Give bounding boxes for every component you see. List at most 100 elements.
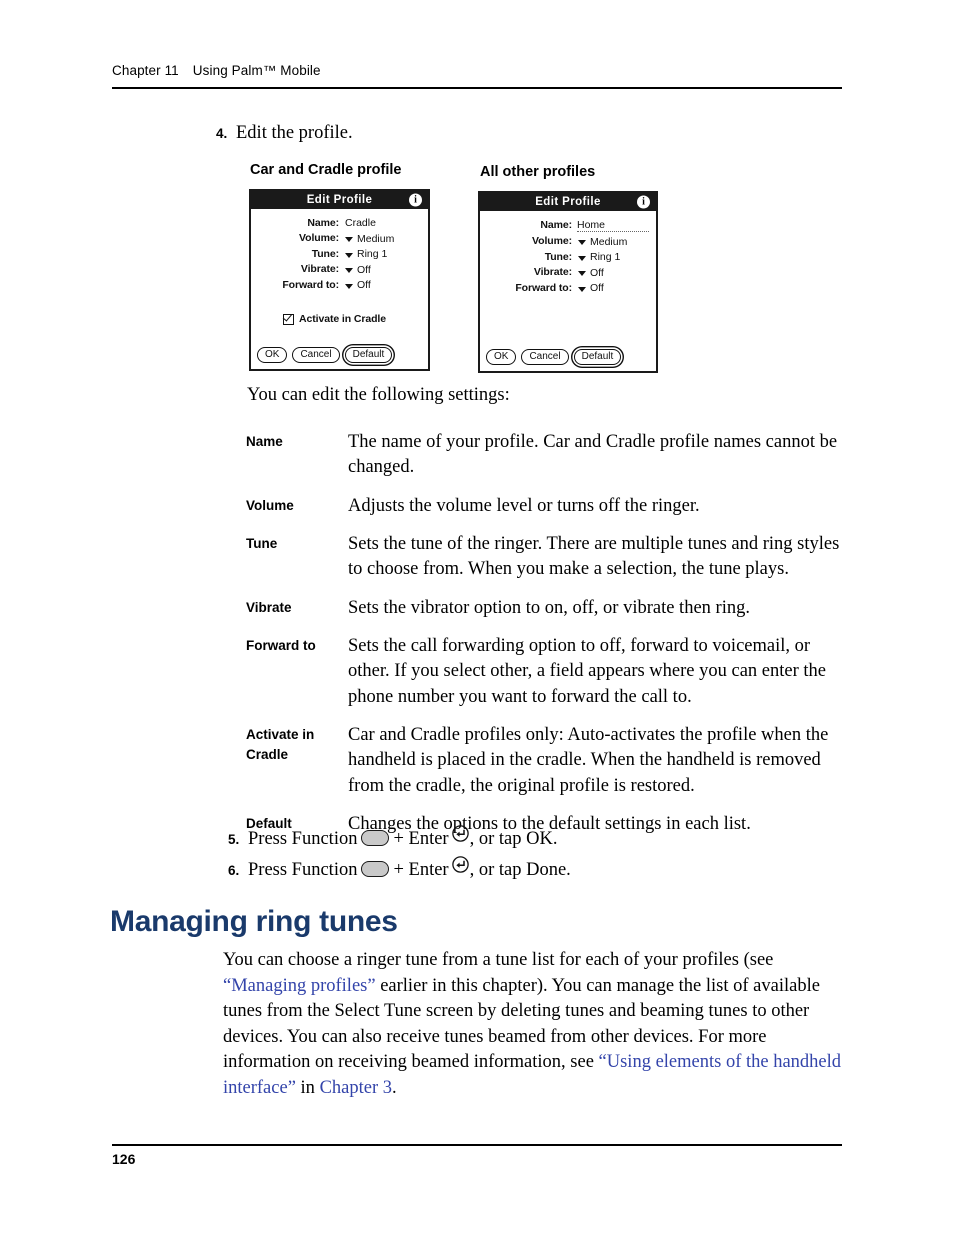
header-title: Using Palm™ Mobile bbox=[192, 63, 321, 78]
activate-in-cradle-label: Activate in Cradle bbox=[299, 313, 386, 325]
definition-description: Sets the vibrator option to on, off, or … bbox=[348, 597, 750, 618]
intro-paragraph: You can edit the following settings: bbox=[247, 385, 510, 405]
step-6-suffix: , or tap Done. bbox=[469, 860, 571, 880]
chevron-down-icon bbox=[578, 286, 586, 292]
step-4: 4. Edit the profile. bbox=[216, 121, 353, 146]
default-button[interactable]: Default bbox=[344, 347, 393, 363]
default-button[interactable]: Default bbox=[573, 349, 622, 365]
device-form: Name: Cradle Volume: Medium Tune: Ring 1… bbox=[251, 209, 428, 325]
field-value-forward-to-text: Off bbox=[357, 279, 371, 291]
checkbox-icon[interactable] bbox=[283, 313, 295, 325]
enter-key-icon bbox=[451, 856, 469, 873]
field-label-forward-to: Forward to: bbox=[282, 278, 339, 291]
field-value-tune[interactable]: Ring 1 bbox=[345, 248, 387, 260]
step-5-prefix: Press Function bbox=[248, 829, 358, 849]
header-rule bbox=[112, 87, 842, 89]
figure-label-car-cradle: Car and Cradle profile bbox=[250, 162, 402, 178]
device-title: Edit Profile bbox=[306, 194, 373, 206]
chevron-down-icon bbox=[578, 240, 586, 245]
definition-row: Forward to Sets the call forwarding opti… bbox=[246, 634, 846, 710]
paragraph-part-3: in bbox=[295, 1077, 320, 1098]
definition-description: The name of your profile. Car and Cradle… bbox=[348, 432, 838, 478]
definition-row: Tune Sets the tune of the ringer. There … bbox=[246, 532, 846, 583]
info-icon[interactable]: i bbox=[409, 193, 422, 207]
link-chapter-3[interactable]: Chapter 3 bbox=[320, 1078, 392, 1098]
field-value-forward-to-text: Off bbox=[590, 282, 604, 294]
definition-term: Vibrate bbox=[246, 599, 292, 615]
field-row-tune: Tune: Ring 1 bbox=[251, 248, 418, 261]
field-value-volume[interactable]: Medium bbox=[345, 233, 394, 245]
field-label-volume: Volume: bbox=[299, 232, 339, 244]
function-key-icon bbox=[361, 860, 390, 877]
device-button-row: OK Cancel Default bbox=[486, 349, 622, 365]
step-6-prefix: Press Function bbox=[248, 860, 358, 880]
field-value-volume-text: Medium bbox=[590, 235, 628, 248]
field-value-forward-to[interactable]: Off bbox=[578, 282, 604, 294]
section-heading: Managing ring tunes bbox=[110, 905, 398, 938]
link-managing-profiles[interactable]: “Managing profiles” bbox=[223, 976, 376, 996]
page-number: 126 bbox=[112, 1151, 136, 1167]
definition-row: Activate in Cradle Car and Cradle profil… bbox=[246, 723, 846, 799]
field-label-tune: Tune: bbox=[311, 247, 339, 260]
device-screenshot-all-other: Edit Profile i Name: Home Volume: Medium… bbox=[478, 191, 658, 373]
figure-label-all-other: All other profiles bbox=[480, 164, 596, 180]
field-label-tune: Tune: bbox=[544, 250, 572, 263]
field-value-vibrate-text: Off bbox=[357, 263, 371, 276]
device-button-row: OK Cancel Default bbox=[257, 347, 393, 363]
field-row-name: Name: Cradle bbox=[251, 217, 418, 229]
field-label-vibrate: Vibrate: bbox=[300, 263, 339, 275]
device-titlebar: Edit Profile i bbox=[251, 191, 428, 209]
field-value-vibrate[interactable]: Off bbox=[345, 264, 371, 276]
device-screenshot-car-cradle: Edit Profile i Name: Cradle Volume: Medi… bbox=[249, 189, 430, 371]
field-value-tune[interactable]: Ring 1 bbox=[578, 251, 620, 263]
definition-row: Vibrate Sets the vibrator option to on, … bbox=[246, 596, 846, 621]
document-page: Chapter 11 Using Palm™ Mobile 4. Edit the… bbox=[0, 0, 954, 1235]
footer-rule bbox=[112, 1144, 842, 1146]
step-5-text: Press Function + Enter , or tap OK. bbox=[248, 825, 558, 852]
field-row-vibrate: Vibrate: Off bbox=[480, 266, 646, 279]
definition-row: Volume Adjusts the volume level or turns… bbox=[246, 494, 846, 519]
chevron-down-icon bbox=[345, 237, 353, 242]
chevron-down-icon bbox=[345, 252, 353, 258]
step-5-suffix: , or tap OK. bbox=[469, 829, 558, 849]
field-row-forward-to: Forward to: Off bbox=[251, 279, 418, 292]
chevron-down-icon bbox=[345, 283, 353, 289]
definition-description: Sets the tune of the ringer. There are m… bbox=[348, 534, 840, 580]
step-6-number: 6. bbox=[228, 863, 240, 878]
definition-term: Name bbox=[246, 434, 283, 449]
device-form: Name: Home Volume: Medium Tune: Ring 1 V… bbox=[480, 211, 656, 294]
settings-definition-list: Name The name of your profile. Car and C… bbox=[246, 430, 846, 850]
device-titlebar: Edit Profile i bbox=[480, 193, 656, 211]
field-value-name: Cradle bbox=[345, 217, 376, 229]
definition-description: Car and Cradle profiles only: Auto-activ… bbox=[348, 725, 829, 796]
field-value-volume[interactable]: Medium bbox=[578, 236, 627, 248]
step-5: 5. Press Function + Enter , or tap OK. bbox=[228, 825, 558, 852]
chevron-down-icon bbox=[578, 255, 586, 261]
function-key-icon bbox=[361, 829, 390, 846]
cancel-button[interactable]: Cancel bbox=[521, 349, 569, 365]
chevron-down-icon bbox=[578, 271, 586, 276]
field-label-forward-to: Forward to: bbox=[515, 281, 572, 294]
name-input[interactable]: Home bbox=[577, 219, 650, 232]
field-value-forward-to[interactable]: Off bbox=[345, 279, 371, 291]
section-paragraph: You can choose a ringer tune from a tune… bbox=[223, 948, 843, 1101]
field-label-vibrate: Vibrate: bbox=[533, 266, 572, 278]
ok-button[interactable]: OK bbox=[257, 347, 288, 363]
field-value-vibrate[interactable]: Off bbox=[578, 267, 604, 279]
running-header: Chapter 11 Using Palm™ Mobile bbox=[112, 63, 842, 78]
step-6-middle: + Enter bbox=[393, 860, 449, 880]
step-6: 6. Press Function + Enter , or tap Done. bbox=[228, 856, 571, 883]
definition-term: Forward to bbox=[246, 638, 316, 654]
step-5-number: 5. bbox=[228, 832, 240, 847]
activate-in-cradle-checkbox-row[interactable]: Activate in Cradle bbox=[251, 313, 418, 325]
ok-button[interactable]: OK bbox=[486, 349, 517, 365]
definition-row: Name The name of your profile. Car and C… bbox=[246, 430, 846, 481]
field-value-tune-text: Ring 1 bbox=[590, 251, 621, 263]
field-value-tune-text: Ring 1 bbox=[357, 248, 388, 260]
field-row-forward-to: Forward to: Off bbox=[480, 282, 646, 295]
field-row-volume: Volume: Medium bbox=[480, 235, 646, 248]
cancel-button[interactable]: Cancel bbox=[292, 347, 340, 363]
info-icon[interactable]: i bbox=[637, 195, 650, 209]
definition-description: Adjusts the volume level or turns off th… bbox=[348, 495, 700, 516]
field-value-vibrate-text: Off bbox=[590, 266, 604, 279]
